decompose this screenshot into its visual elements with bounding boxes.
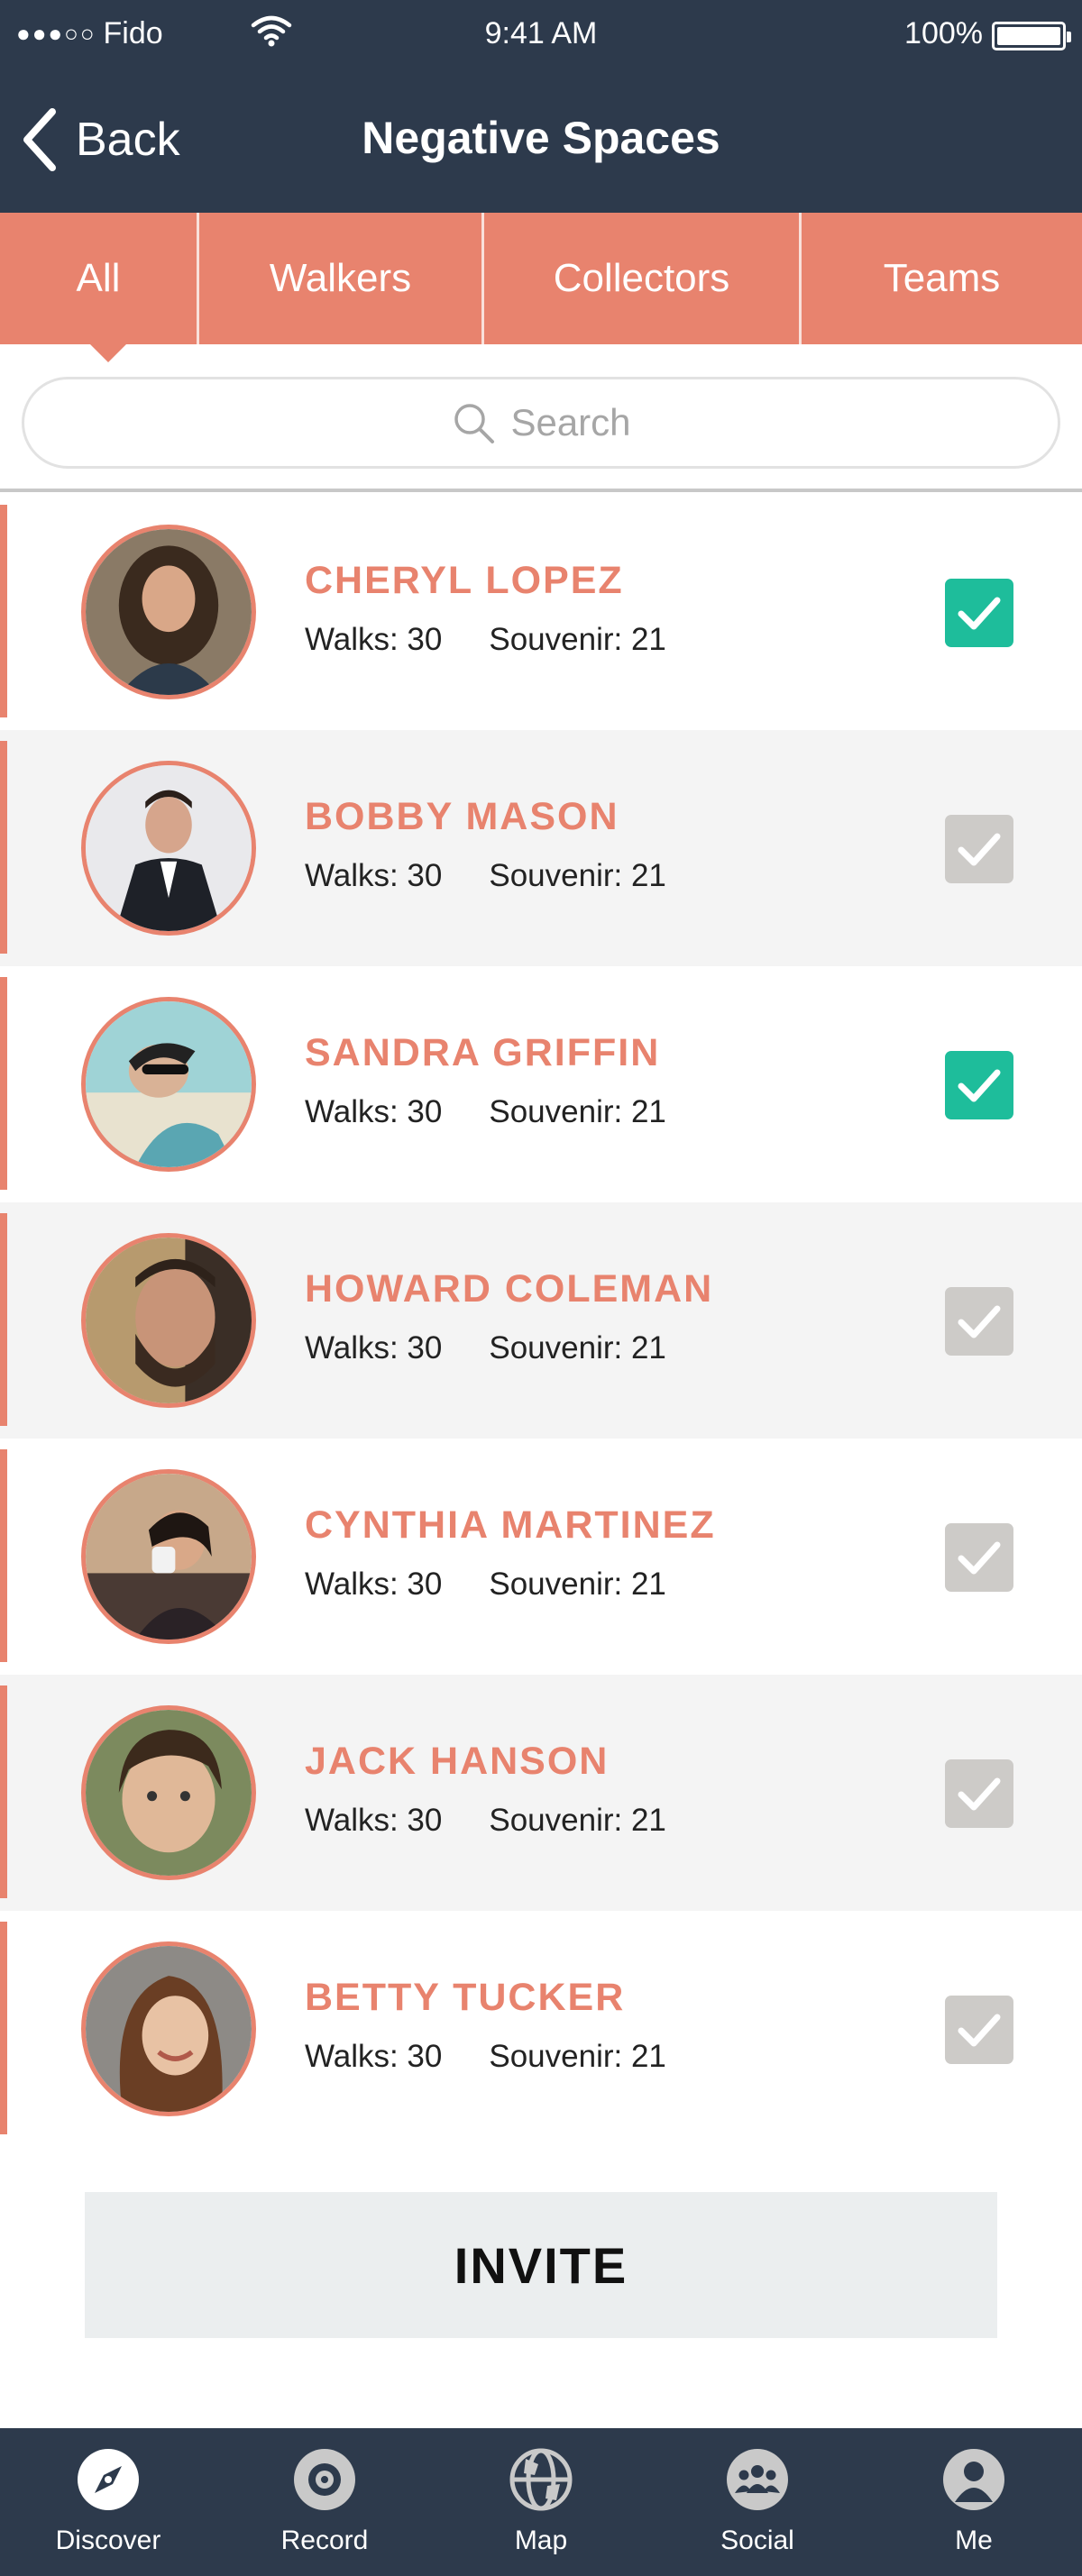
walks-count: Walks: 30 — [305, 1330, 443, 1366]
person-stats: Walks: 30 Souvenir: 21 — [305, 1330, 666, 1366]
row-accent-bar — [0, 1449, 7, 1662]
page-title: Negative Spaces — [362, 113, 720, 163]
row-accent-bar — [0, 1685, 7, 1898]
status-bar: ●●●○○ Fido 9:41 AM 100% — [0, 0, 1082, 69]
list-item[interactable]: BOBBY MASON Walks: 30 Souvenir: 21 — [0, 730, 1082, 966]
list-item[interactable]: CYNTHIA MARTINEZ Walks: 30 Souvenir: 21 — [0, 1439, 1082, 1675]
people-list: CHERYL LOPEZ Walks: 30 Souvenir: 21 BOBB… — [0, 494, 1082, 2147]
select-checkbox[interactable] — [945, 1759, 1013, 1828]
person-name: BOBBY MASON — [305, 795, 619, 838]
tab-collectors[interactable]: Collectors — [481, 213, 799, 344]
avatar — [81, 997, 256, 1172]
bottom-tab-bar: Discover Record Map Social Me — [0, 2428, 1082, 2576]
checkmark-icon — [958, 1305, 1001, 1338]
navigation-bar: Back Negative Spaces — [0, 90, 1082, 189]
row-accent-bar — [0, 505, 7, 717]
walks-count: Walks: 30 — [305, 2039, 443, 2074]
list-item[interactable]: BETTY TUCKER Walks: 30 Souvenir: 21 — [0, 1911, 1082, 2147]
select-checkbox[interactable] — [945, 1996, 1013, 2064]
person-name: CYNTHIA MARTINEZ — [305, 1503, 716, 1547]
select-checkbox[interactable] — [945, 815, 1013, 883]
top-bar: ●●●○○ Fido 9:41 AM 100% Back Negative Sp… — [0, 0, 1082, 213]
select-checkbox[interactable] — [945, 579, 1013, 647]
avatar — [81, 1705, 256, 1880]
divider — [0, 489, 1082, 492]
row-accent-bar — [0, 741, 7, 954]
row-accent-bar — [0, 1922, 7, 2134]
walks-count: Walks: 30 — [305, 622, 443, 657]
checkmark-icon — [958, 1777, 1001, 1811]
tab-label: Map — [514, 2526, 568, 2555]
souvenir-count: Souvenir: 21 — [489, 1567, 666, 1602]
avatar — [81, 1941, 256, 2116]
walks-count: Walks: 30 — [305, 858, 443, 893]
tab-me[interactable]: Me — [866, 2428, 1082, 2576]
person-name: JACK HANSON — [305, 1740, 610, 1783]
globe-icon — [509, 2448, 573, 2511]
battery-percentage: 100% — [904, 16, 983, 50]
tab-walkers[interactable]: Walkers — [197, 213, 481, 344]
checkmark-icon — [958, 1541, 1001, 1575]
souvenir-count: Souvenir: 21 — [489, 1330, 666, 1366]
tab-record[interactable]: Record — [216, 2428, 433, 2576]
person-stats: Walks: 30 Souvenir: 21 — [305, 858, 666, 894]
person-stats: Walks: 30 Souvenir: 21 — [305, 1094, 666, 1130]
search-placeholder: Search — [510, 401, 631, 443]
list-item[interactable]: CHERYL LOPEZ Walks: 30 Souvenir: 21 — [0, 494, 1082, 730]
person-name: SANDRA GRIFFIN — [305, 1031, 661, 1074]
souvenir-count: Souvenir: 21 — [489, 1094, 666, 1129]
select-checkbox[interactable] — [945, 1051, 1013, 1119]
tab-label: Social — [720, 2526, 794, 2555]
compass-icon — [78, 2449, 139, 2510]
walks-count: Walks: 30 — [305, 1094, 443, 1129]
row-accent-bar — [0, 1213, 7, 1426]
tab-label: Record — [280, 2526, 369, 2555]
battery-icon — [992, 22, 1071, 50]
selected-tab-indicator — [88, 343, 128, 362]
row-accent-bar — [0, 977, 7, 1190]
person-name: BETTY TUCKER — [305, 1976, 626, 2019]
souvenir-count: Souvenir: 21 — [489, 622, 666, 657]
souvenir-count: Souvenir: 21 — [489, 1803, 666, 1838]
checkmark-icon — [958, 833, 1001, 866]
person-stats: Walks: 30 Souvenir: 21 — [305, 1803, 666, 1839]
filter-tabs: All Walkers Collectors Teams — [0, 213, 1082, 344]
list-item[interactable]: HOWARD COLEMAN Walks: 30 Souvenir: 21 — [0, 1202, 1082, 1439]
walks-count: Walks: 30 — [305, 1803, 443, 1838]
tab-label: Me — [955, 2526, 993, 2555]
person-stats: Walks: 30 Souvenir: 21 — [305, 622, 666, 658]
checkmark-icon — [958, 1069, 1001, 1102]
search-icon — [454, 404, 495, 443]
checkmark-icon — [958, 2014, 1001, 2047]
tab-map[interactable]: Map — [433, 2428, 649, 2576]
avatar — [81, 761, 256, 936]
person-stats: Walks: 30 Souvenir: 21 — [305, 1567, 666, 1603]
list-item[interactable]: SANDRA GRIFFIN Walks: 30 Souvenir: 21 — [0, 966, 1082, 1202]
select-checkbox[interactable] — [945, 1523, 1013, 1592]
record-icon — [294, 2449, 355, 2510]
tab-label: Discover — [55, 2526, 161, 2555]
person-name: CHERYL LOPEZ — [305, 559, 624, 602]
avatar — [81, 1469, 256, 1644]
invite-button[interactable]: INVITE — [85, 2192, 997, 2338]
souvenir-count: Souvenir: 21 — [489, 858, 666, 893]
person-stats: Walks: 30 Souvenir: 21 — [305, 2039, 666, 2075]
checkmark-icon — [958, 597, 1001, 630]
tab-social[interactable]: Social — [649, 2428, 866, 2576]
tab-teams[interactable]: Teams — [799, 213, 1082, 344]
souvenir-count: Souvenir: 21 — [489, 2039, 666, 2074]
list-item[interactable]: JACK HANSON Walks: 30 Souvenir: 21 — [0, 1675, 1082, 1911]
select-checkbox[interactable] — [945, 1287, 1013, 1356]
person-name: HOWARD COLEMAN — [305, 1267, 714, 1311]
avatar — [81, 525, 256, 699]
person-icon — [943, 2449, 1004, 2510]
search-input[interactable]: Search — [22, 377, 1060, 469]
tab-all[interactable]: All — [0, 213, 197, 344]
tab-discover[interactable]: Discover — [0, 2428, 216, 2576]
group-icon — [727, 2449, 788, 2510]
avatar — [81, 1233, 256, 1408]
walks-count: Walks: 30 — [305, 1567, 443, 1602]
